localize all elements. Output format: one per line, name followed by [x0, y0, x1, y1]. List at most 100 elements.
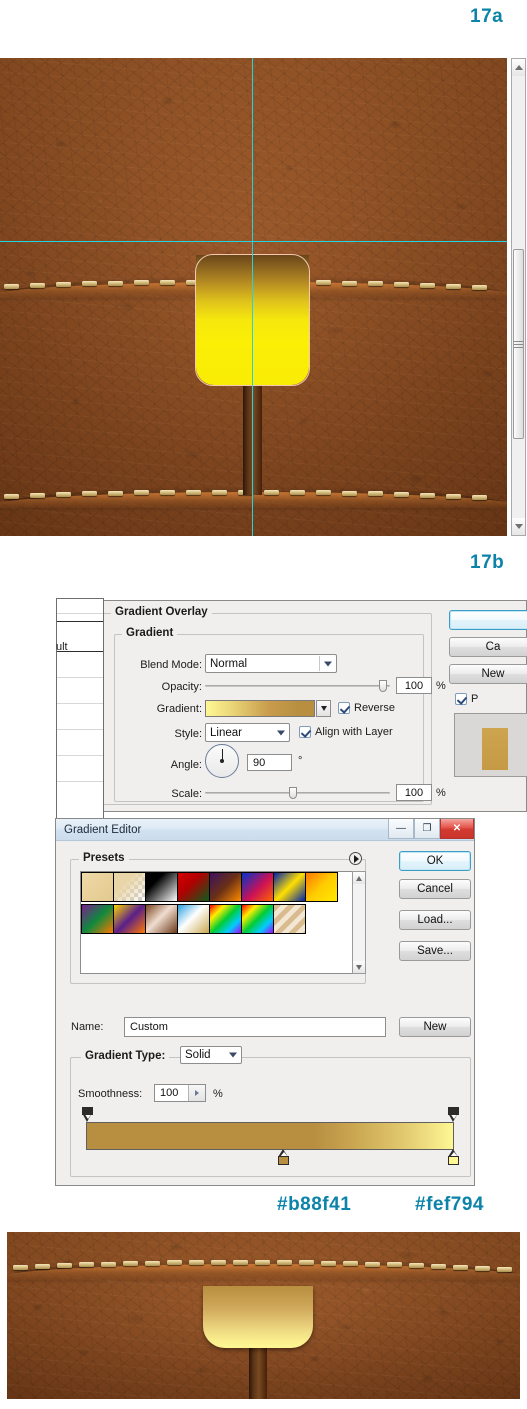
- preset-swatch[interactable]: [81, 904, 114, 934]
- gradient-type-group: [70, 1057, 471, 1177]
- layer-style-new-style-button[interactable]: New: [449, 664, 527, 684]
- ok-label: OK: [426, 855, 444, 867]
- opacity-unit: %: [436, 680, 446, 692]
- strap-pin-top: [243, 380, 262, 495]
- chevron-down-icon: [277, 730, 285, 735]
- color-label-dark: #b88f41: [277, 1194, 352, 1215]
- new-label: New: [423, 1021, 447, 1033]
- new-style-label: New: [481, 668, 505, 680]
- blend-mode-value: Normal: [210, 657, 248, 670]
- preview-checkbox[interactable]: P: [455, 693, 478, 705]
- scale-slider-knob[interactable]: [289, 787, 297, 799]
- reverse-checkbox[interactable]: Reverse: [338, 702, 395, 714]
- scroll-down-arrow[interactable]: [512, 518, 525, 535]
- preset-swatch[interactable]: [273, 872, 306, 902]
- gradient-editor-new-button[interactable]: New: [399, 1017, 471, 1037]
- presets-menu-icon[interactable]: [349, 852, 362, 865]
- opacity-stop-left[interactable]: [82, 1107, 93, 1122]
- gradient-name-value: Custom: [130, 1021, 168, 1033]
- style-select[interactable]: Linear: [205, 723, 290, 742]
- opacity-stop-right[interactable]: [448, 1107, 459, 1122]
- presets-scroll-down-icon[interactable]: [353, 961, 365, 973]
- preset-swatch[interactable]: [81, 872, 114, 902]
- angle-value: 90: [253, 756, 266, 769]
- preset-swatch[interactable]: [241, 872, 274, 902]
- preview-label: P: [471, 693, 479, 705]
- canvas-scrollbar-vertical[interactable]: [511, 58, 526, 536]
- smoothness-label: Smoothness:: [78, 1088, 143, 1100]
- result-preview-bottom: [7, 1232, 520, 1399]
- preset-swatch[interactable]: [209, 904, 242, 934]
- preset-swatch[interactable]: [209, 872, 242, 902]
- close-button[interactable]: ✕: [440, 819, 474, 839]
- preset-swatch[interactable]: [241, 904, 274, 934]
- preset-swatch[interactable]: [273, 904, 306, 934]
- layer-style-ok-button[interactable]: [449, 610, 527, 630]
- gradient-ramp[interactable]: [86, 1122, 454, 1150]
- preset-swatch[interactable]: [113, 904, 146, 934]
- blend-mode-select[interactable]: Normal: [205, 654, 337, 673]
- preset-swatch[interactable]: [177, 904, 210, 934]
- preset-swatch[interactable]: [145, 872, 178, 902]
- smoothness-value: 100: [160, 1087, 179, 1099]
- layer-style-cancel-button[interactable]: Ca: [449, 637, 527, 657]
- scroll-thumb[interactable]: [513, 249, 524, 439]
- gradient-editor-ok-button[interactable]: OK: [399, 851, 471, 871]
- gradient-type-select[interactable]: Solid: [180, 1046, 242, 1064]
- opacity-slider-knob[interactable]: [379, 680, 387, 692]
- layers-panel-stub-text: ult: [56, 641, 68, 653]
- maximize-button[interactable]: ❐: [414, 819, 440, 839]
- strap-shape-top: [196, 255, 309, 385]
- preset-swatch[interactable]: [305, 872, 338, 902]
- angle-hub: [220, 759, 224, 763]
- color-stop-right[interactable]: [448, 1149, 459, 1165]
- align-label: Align with Layer: [315, 726, 393, 738]
- smoothness-unit: %: [213, 1088, 223, 1100]
- angle-dial[interactable]: [205, 744, 239, 778]
- presets-grid[interactable]: [80, 871, 366, 974]
- align-with-layer-checkbox[interactable]: Align with Layer: [299, 726, 393, 738]
- gradient-picker-dropdown[interactable]: [316, 700, 331, 717]
- angle-unit: °: [298, 755, 303, 767]
- checkbox-checked-icon: [299, 726, 311, 738]
- gradient-editor-load-button[interactable]: Load...: [399, 910, 471, 930]
- presets-scrollbar[interactable]: [352, 871, 366, 974]
- load-label: Load...: [417, 914, 453, 926]
- scale-input[interactable]: 100: [396, 784, 432, 801]
- opacity-label: Opacity:: [161, 681, 202, 693]
- color-label-light: #fef794: [415, 1194, 484, 1215]
- reverse-label: Reverse: [354, 702, 395, 714]
- preset-swatch[interactable]: [113, 872, 146, 902]
- gradient-editor-titlebar[interactable]: Gradient Editor — ❐ ✕: [56, 819, 474, 841]
- presets-scroll-up-icon[interactable]: [353, 872, 365, 884]
- minimize-button[interactable]: —: [388, 819, 414, 839]
- gradient-editor-save-button[interactable]: Save...: [399, 941, 471, 961]
- scale-slider[interactable]: [205, 787, 390, 799]
- chevron-down-icon: [320, 706, 327, 711]
- gradient-preview-swatch[interactable]: [205, 700, 315, 717]
- gradient-editor-window: Gradient Editor — ❐ ✕ Presets OK Cancel …: [55, 818, 475, 1186]
- window-controls: — ❐ ✕: [388, 819, 474, 841]
- gradient-type-label: Gradient Type:: [81, 1050, 170, 1062]
- opacity-input[interactable]: 100: [396, 677, 432, 694]
- color-stop-mid[interactable]: [278, 1149, 289, 1165]
- preset-swatch[interactable]: [177, 872, 210, 902]
- layers-panel-stub: [56, 598, 104, 820]
- figure-label-17a: 17a: [470, 6, 504, 27]
- gradient-editor-cancel-button[interactable]: Cancel: [399, 879, 471, 899]
- presets-group-title: Presets: [79, 852, 129, 864]
- smoothness-stepper[interactable]: [188, 1085, 205, 1101]
- gradient-editor-title: Gradient Editor: [64, 823, 142, 836]
- scroll-up-arrow[interactable]: [512, 59, 525, 76]
- blend-mode-label: Blend Mode:: [140, 659, 202, 671]
- chevron-down-icon: [229, 1052, 237, 1058]
- gradient-name-input[interactable]: Custom: [124, 1017, 386, 1037]
- gradient-group-title: Gradient: [122, 627, 178, 639]
- layer-style-preview-thumbnail: [454, 713, 527, 777]
- opacity-slider[interactable]: [205, 680, 390, 692]
- angle-input[interactable]: 90: [247, 754, 292, 771]
- strap-pin-bottom: [249, 1342, 267, 1399]
- preset-swatch[interactable]: [145, 904, 178, 934]
- gradient-type-value: Solid: [185, 1049, 211, 1061]
- save-label: Save...: [417, 945, 453, 957]
